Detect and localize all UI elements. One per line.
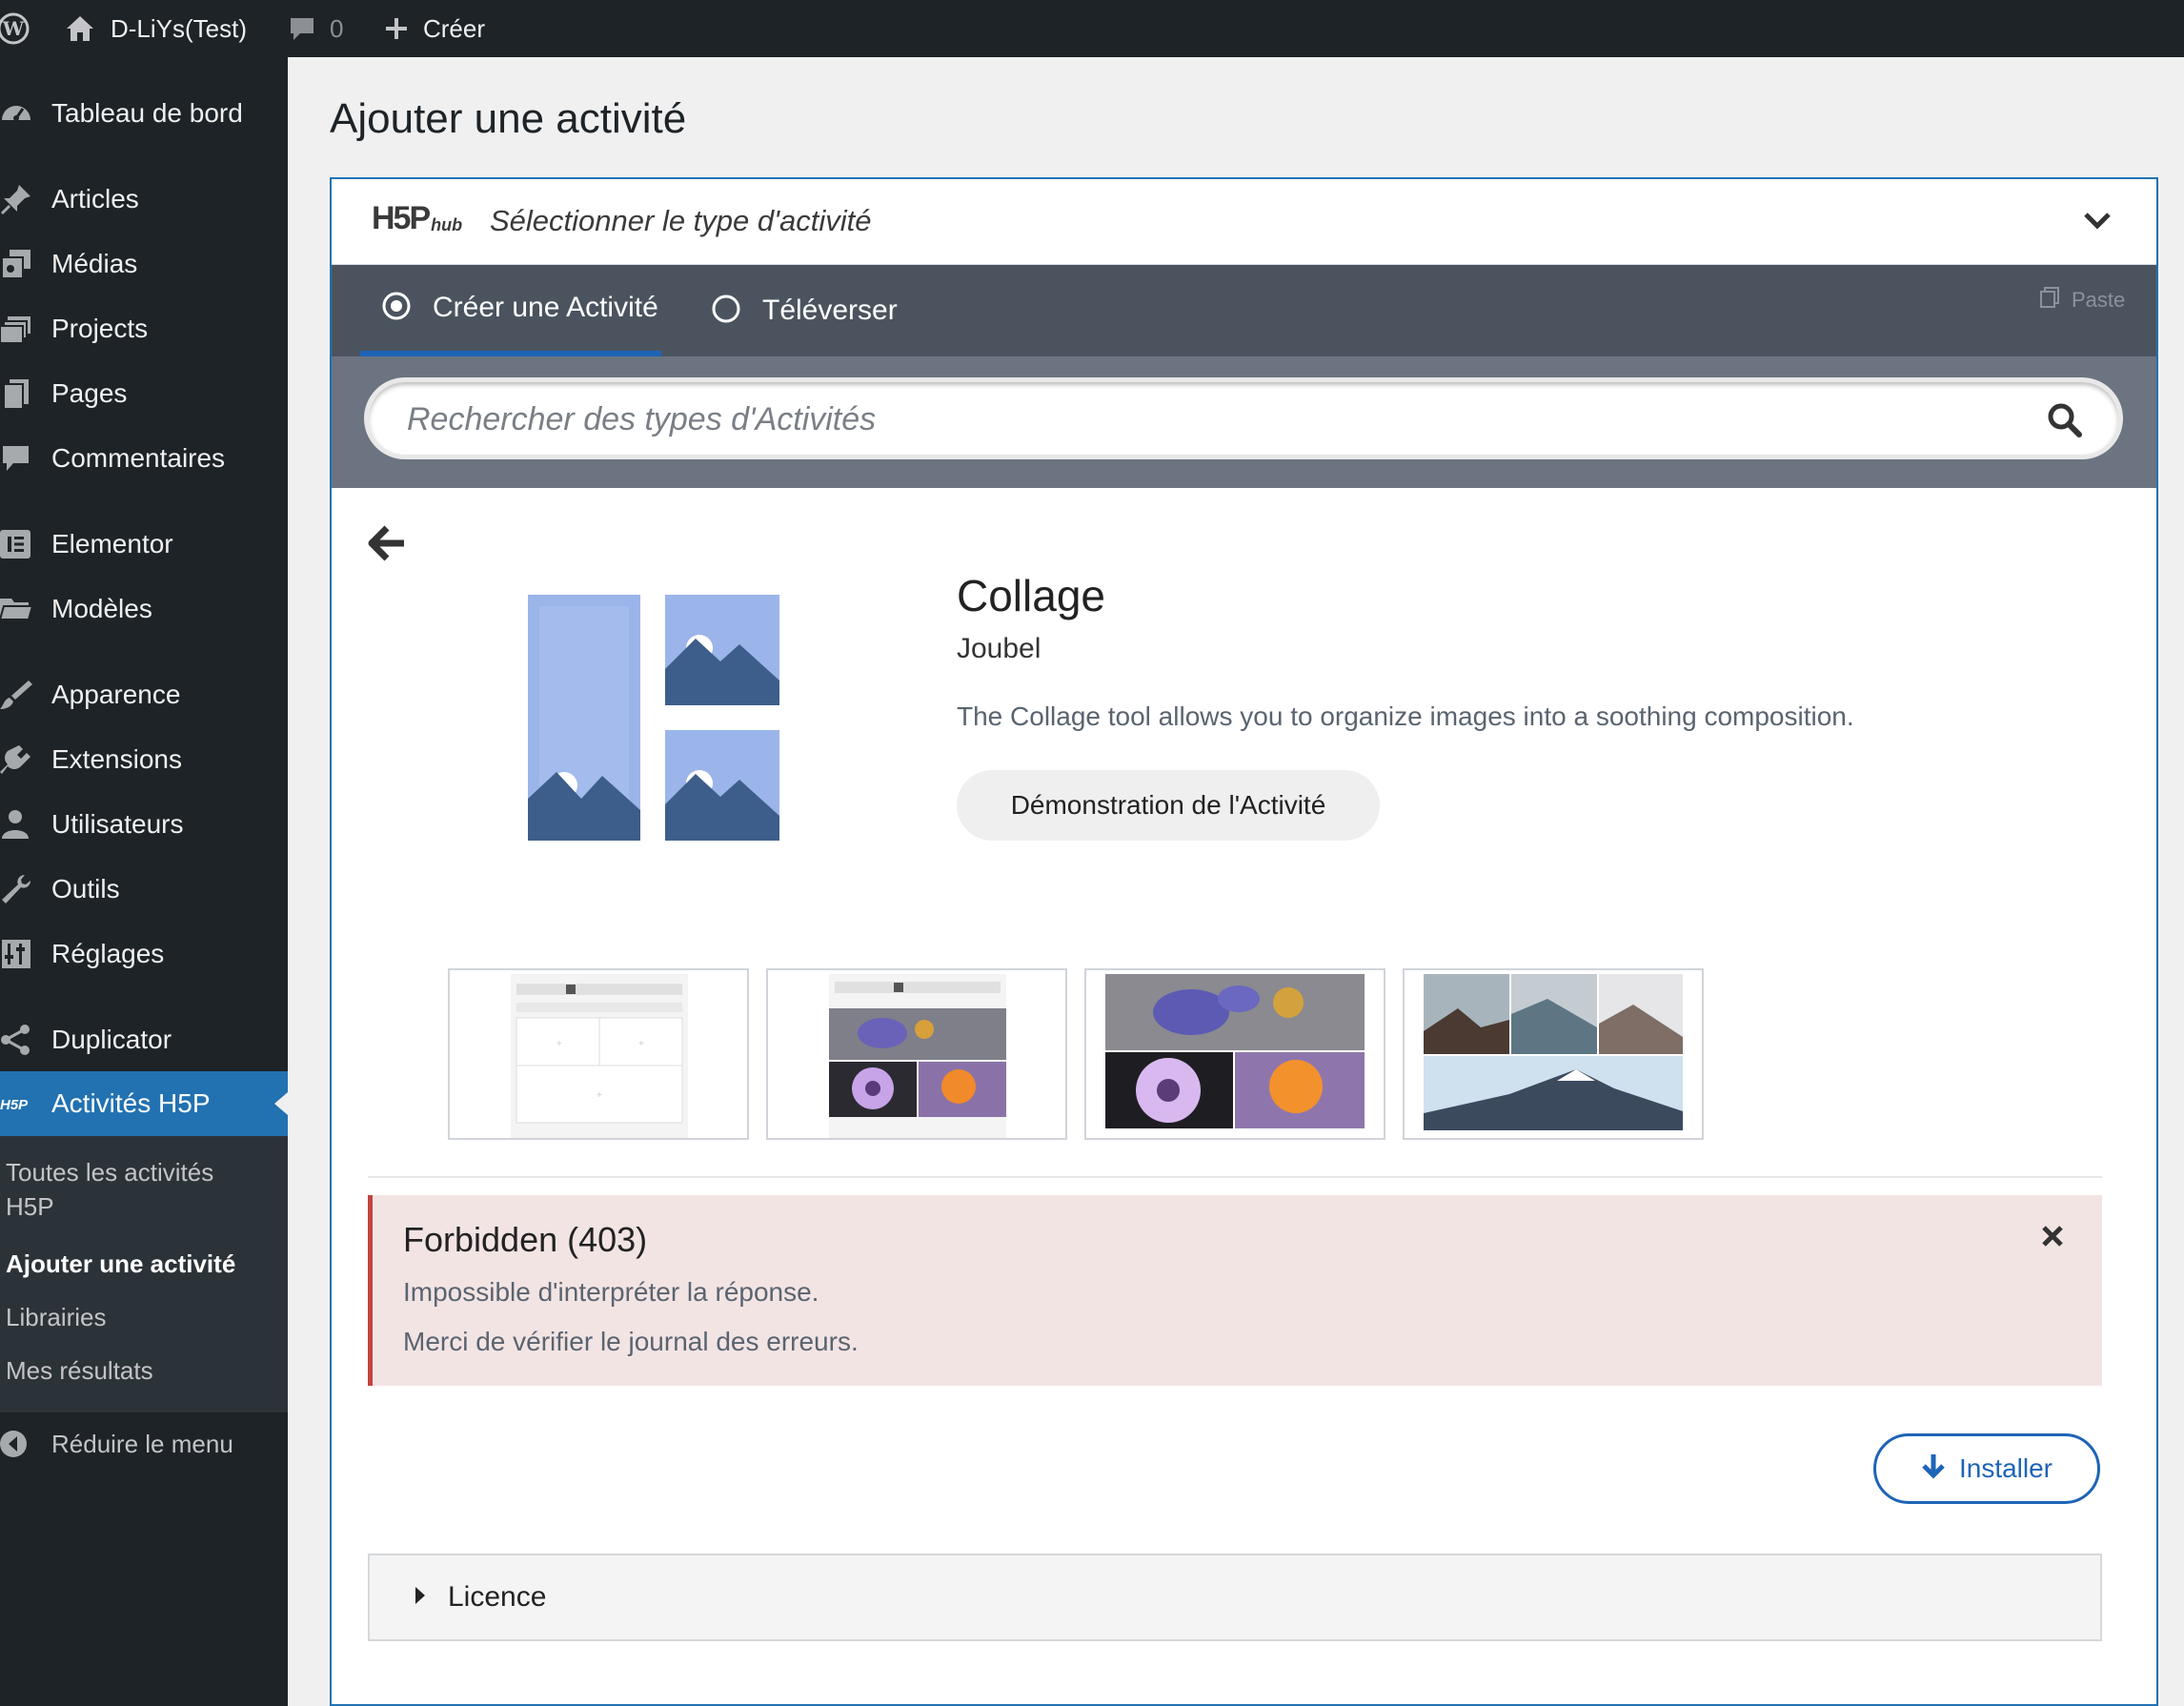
chevron-down-icon[interactable] <box>2083 212 2112 235</box>
comments-link[interactable]: 0 <box>288 0 343 57</box>
h5p-icon: H5P <box>0 1085 38 1123</box>
share-icon <box>0 1021 38 1059</box>
users-icon <box>0 805 38 843</box>
screenshot-thumbnail[interactable]: + + + <box>448 968 749 1140</box>
search-box <box>364 377 2123 459</box>
submenu-my-results[interactable]: Mes résultats <box>6 1353 253 1388</box>
search-area <box>332 356 2156 488</box>
sidebar-item-extensions[interactable]: Extensions <box>0 732 288 787</box>
sidebar-item-outils[interactable]: Outils <box>0 862 288 917</box>
hub-header[interactable]: H5P hub Sélectionner le type d'activité <box>332 179 2156 265</box>
screenshot-thumbnail[interactable] <box>1084 968 1385 1140</box>
admin-bar: W D-LiYs(Test) 0 Créer <box>0 0 2184 57</box>
h5p-hub-logo: H5P hub <box>372 200 463 236</box>
sidebar-item-h5p[interactable]: H5P Activités H5P <box>0 1071 288 1136</box>
tab-create-activity[interactable]: Créer une Activité <box>360 265 661 356</box>
search-input[interactable] <box>407 396 2027 443</box>
new-content-link[interactable]: Créer <box>383 0 485 57</box>
settings-icon <box>0 935 38 973</box>
content-type-owner: Joubel <box>957 633 1041 664</box>
tab-upload[interactable]: Téléverser <box>711 265 898 356</box>
sidebar-item-medias[interactable]: Médias <box>0 236 288 292</box>
submenu-libraries[interactable]: Librairies <box>6 1300 253 1334</box>
elementor-icon <box>0 525 38 563</box>
home-icon <box>65 14 95 43</box>
sidebar-item-dashboard[interactable]: Tableau de bord <box>0 86 288 141</box>
brush-icon <box>0 676 38 714</box>
dashboard-icon <box>0 94 38 132</box>
comments-count: 0 <box>330 13 344 43</box>
content-type-description: The Collage tool allows you to organize … <box>957 701 1854 731</box>
content-type-title: Collage <box>957 571 1105 620</box>
radio-selected-icon <box>381 291 412 326</box>
search-icon[interactable] <box>2046 401 2084 444</box>
select-content-type-label: Sélectionner le type d'activité <box>490 204 872 237</box>
svg-text:+: + <box>638 1039 644 1049</box>
licence-label: Licence <box>448 1581 547 1613</box>
folder-icon <box>0 590 38 628</box>
svg-text:+: + <box>597 1090 602 1101</box>
pin-icon <box>0 180 38 218</box>
demo-button[interactable]: Démonstration de l'Activité <box>957 770 1380 841</box>
error-line-2: Merci de vérifier le journal des erreurs… <box>403 1327 859 1356</box>
screenshot-thumbnail[interactable] <box>766 968 1067 1140</box>
site-name-link[interactable]: D-LiYs(Test) <box>65 0 247 57</box>
comments-icon <box>0 439 38 477</box>
sidebar-item-utilisateurs[interactable]: Utilisateurs <box>0 797 288 852</box>
content-type-detail: Collage Joubel The Collage tool allows y… <box>332 488 2137 1704</box>
sidebar-item-apparence[interactable]: Apparence <box>0 667 288 722</box>
sidebar-item-articles[interactable]: Articles <box>0 172 288 227</box>
page-title: Ajouter une activité <box>330 95 687 142</box>
sidebar-item-pages[interactable]: Pages <box>0 366 288 421</box>
collapse-arrow-icon <box>0 1425 38 1463</box>
error-title: Forbidden (403) <box>403 1220 648 1259</box>
collapse-menu-button[interactable]: Réduire le menu <box>0 1416 288 1472</box>
site-name: D-LiYs(Test) <box>111 13 248 43</box>
radio-empty-icon <box>711 294 741 329</box>
wordpress-logo-icon[interactable]: W <box>0 0 38 57</box>
install-button[interactable]: Installer <box>1873 1433 2100 1504</box>
submenu-all-activities[interactable]: Toutes les activités H5P <box>6 1155 253 1224</box>
h5p-hub-panel: H5P hub Sélectionner le type d'activité … <box>330 177 2158 1706</box>
hub-tabs: Créer une Activité Téléverser Paste <box>332 265 2156 356</box>
submenu-add-activity[interactable]: Ajouter une activité <box>6 1247 253 1281</box>
sidebar-item-commentaires[interactable]: Commentaires <box>0 431 288 486</box>
svg-text:+: + <box>556 1039 562 1049</box>
h5p-submenu: Toutes les activités H5P Ajouter une act… <box>0 1136 288 1412</box>
portfolio-icon <box>0 310 38 348</box>
sidebar-item-elementor[interactable]: Elementor <box>0 517 288 572</box>
close-icon[interactable] <box>2040 1224 2065 1253</box>
sidebar-item-modeles[interactable]: Modèles <box>0 581 288 637</box>
pages-icon <box>0 375 38 413</box>
screenshot-thumbnail[interactable] <box>1403 968 1704 1140</box>
svg-text:W: W <box>2 17 25 40</box>
divider <box>368 1176 2102 1178</box>
clipboard-icon <box>2039 286 2060 315</box>
comment-bubble-icon <box>288 15 316 42</box>
svg-text:H5P: H5P <box>0 1097 29 1113</box>
paste-button[interactable]: Paste <box>2039 286 2125 315</box>
error-message: Forbidden (403) Impossible d'interpréter… <box>368 1195 2102 1386</box>
sidebar-item-duplicator[interactable]: Duplicator <box>0 1012 288 1067</box>
collage-icon <box>528 595 779 841</box>
media-icon <box>0 245 38 283</box>
plugin-icon <box>0 741 38 779</box>
wrench-icon <box>0 870 38 908</box>
download-arrow-icon <box>1921 1452 1946 1486</box>
error-line-1: Impossible d'interpréter la réponse. <box>403 1277 819 1307</box>
licence-panel[interactable]: Licence <box>368 1554 2102 1641</box>
plus-icon <box>383 15 410 42</box>
sidebar-item-projects[interactable]: Projects <box>0 301 288 356</box>
sidebar-item-reglages[interactable]: Réglages <box>0 926 288 982</box>
new-content-label: Créer <box>423 13 486 43</box>
caret-right-icon <box>414 1585 427 1611</box>
back-arrow-icon[interactable] <box>368 524 408 567</box>
